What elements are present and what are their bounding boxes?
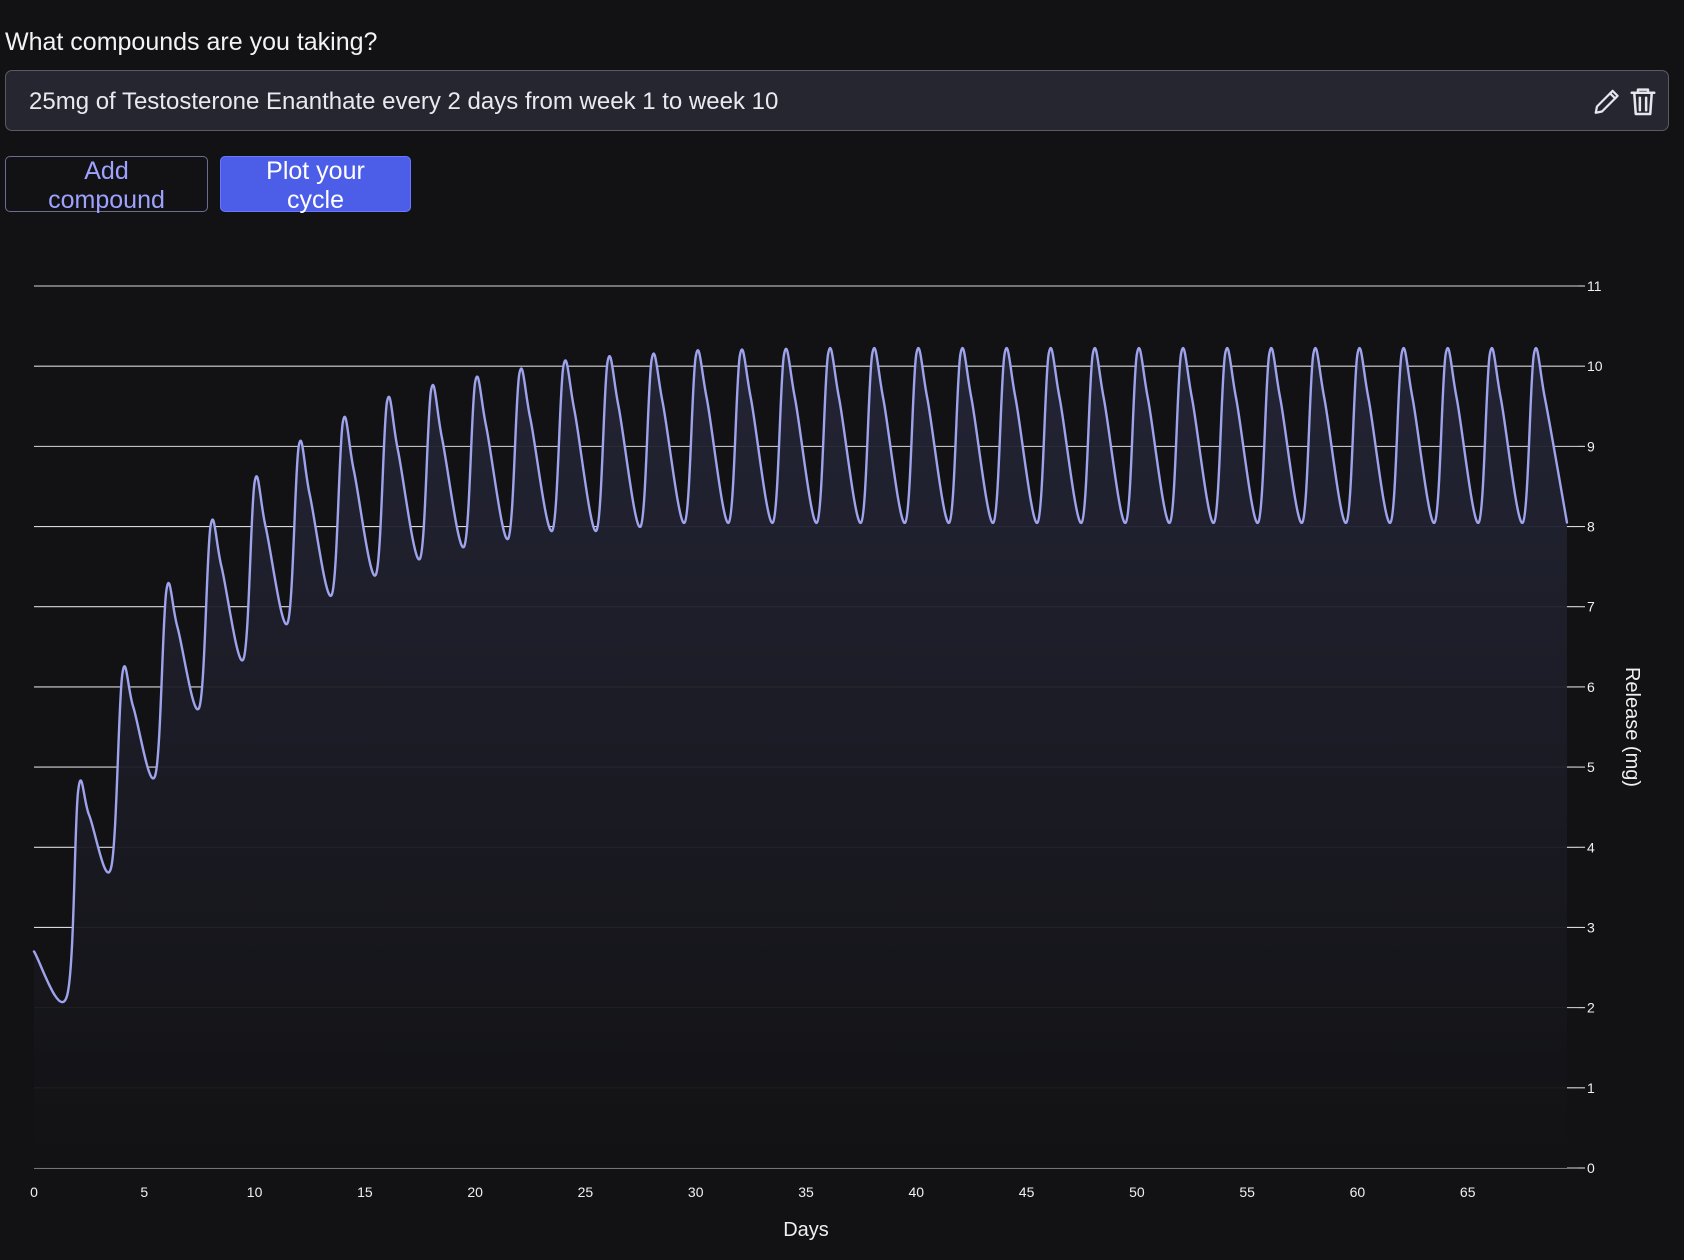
action-buttons: Add compound Plot your cycle <box>5 156 411 214</box>
compound-cycle-planner: What compounds are you taking? 25mg of T… <box>0 0 1684 1260</box>
y-tick-label-8: 8 <box>1587 519 1595 535</box>
y-tick-label-0: 0 <box>1587 1160 1595 1176</box>
x-tick-label-55: 55 <box>1239 1184 1255 1200</box>
y-tick-label-11: 11 <box>1587 278 1602 294</box>
x-tick-label-60: 60 <box>1350 1184 1366 1200</box>
y-tick-label-6: 6 <box>1587 679 1595 695</box>
y-tick-label-5: 5 <box>1587 759 1595 775</box>
x-tick-label-25: 25 <box>578 1184 594 1200</box>
area-fill-layer <box>34 348 1567 1168</box>
add-compound-button[interactable]: Add compound <box>5 156 208 214</box>
x-tick-label-15: 15 <box>357 1184 373 1200</box>
x-tick-label-5: 5 <box>140 1184 148 1200</box>
y-axis-ticks: 0 1 2 3 4 5 6 7 8 9 10 11 <box>1578 278 1603 1176</box>
y-tick-label-4: 4 <box>1587 839 1595 855</box>
y-tick-label-7: 7 <box>1587 599 1595 615</box>
release-area-fill <box>34 348 1567 1168</box>
compound-entry[interactable]: 25mg of Testosterone Enanthate every 2 d… <box>5 70 1669 131</box>
release-chart-svg: 01234567891011 0 5 10 15 20 25 30 35 40 45 50 55 60 6… <box>30 278 1643 1241</box>
y-tick-label-3: 3 <box>1587 919 1595 935</box>
y-tick-label-2: 2 <box>1587 1000 1595 1016</box>
compounds-question: What compounds are you taking? <box>5 28 378 56</box>
trash-icon[interactable] <box>1628 86 1658 116</box>
x-axis-ticks: 0 5 10 15 20 25 30 35 40 45 50 55 60 65 <box>30 1184 1476 1200</box>
compound-description: 25mg of Testosterone Enanthate every 2 d… <box>29 88 779 115</box>
release-chart: 0 1 2 3 4 5 6 7 8 9 10 11 0 5 10 15 20 25 30 35 40 45 50 55 60 6… <box>0 255 1684 1260</box>
x-tick-label-0: 0 <box>30 1184 38 1200</box>
pencil-icon[interactable] <box>1592 86 1622 116</box>
y-tick-label-10: 10 <box>1587 358 1603 374</box>
y-axis-title: Release (mg) <box>1621 667 1643 787</box>
plot-cycle-button[interactable]: Plot your cycle <box>220 156 411 214</box>
x-tick-label-65: 65 <box>1460 1184 1476 1200</box>
x-tick-label-20: 20 <box>467 1184 483 1200</box>
x-tick-label-50: 50 <box>1129 1184 1145 1200</box>
y-tick-label-9: 9 <box>1587 438 1595 454</box>
x-tick-label-30: 30 <box>688 1184 704 1200</box>
x-tick-label-40: 40 <box>908 1184 924 1200</box>
y-tick-label-1: 1 <box>1587 1080 1595 1096</box>
x-axis-title: Days <box>783 1219 829 1241</box>
x-tick-label-10: 10 <box>247 1184 263 1200</box>
x-tick-label-35: 35 <box>798 1184 814 1200</box>
x-tick-label-45: 45 <box>1019 1184 1035 1200</box>
